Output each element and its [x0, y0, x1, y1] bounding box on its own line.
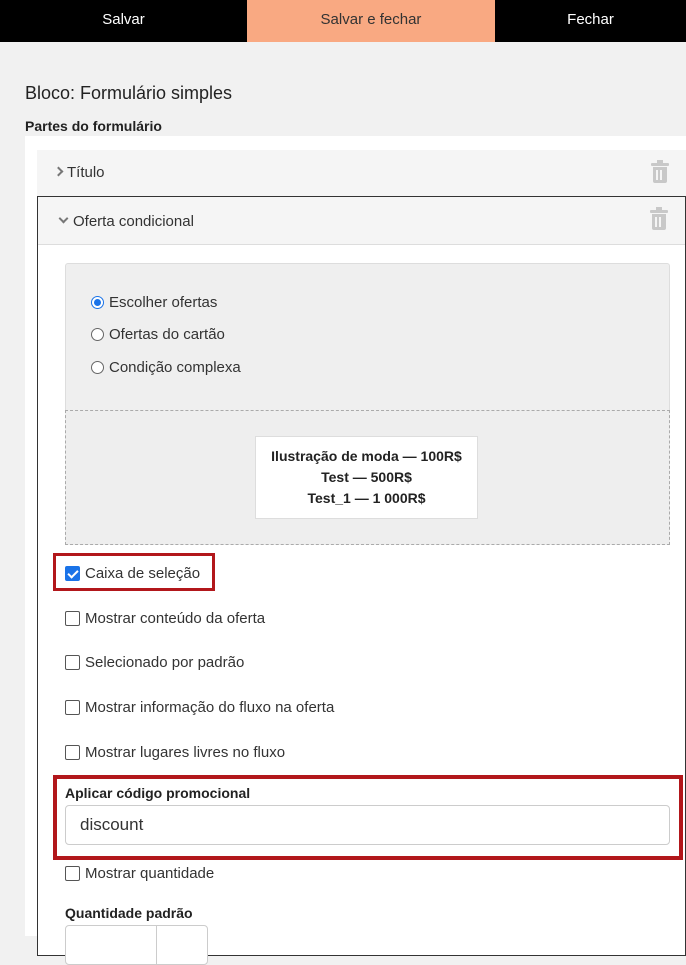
default-quantity-input[interactable]	[65, 925, 208, 965]
radio-button[interactable]	[91, 327, 104, 341]
checkbox-show-flow-info[interactable]: Mostrar informação do fluxo na oferta	[65, 697, 334, 717]
form-parts-panel: Título Oferta condicional Escolher ofert…	[25, 136, 686, 965]
radio-button[interactable]	[91, 360, 104, 374]
checkbox[interactable]	[65, 699, 80, 715]
checkbox[interactable]	[65, 565, 80, 581]
offer-item: Test — 500R$	[321, 469, 412, 485]
offer-item: Test_1 — 1 000R$	[307, 490, 426, 506]
checkbox-show-offer-content[interactable]: Mostrar conteúdo da oferta	[65, 608, 265, 628]
offers-list-card[interactable]: Ilustração de moda — 100R$ Test — 500R$ …	[255, 436, 478, 519]
checkbox-selected-by-default[interactable]: Selecionado por padrão	[65, 652, 244, 672]
offer-item: Ilustração de moda — 100R$	[271, 448, 462, 464]
offers-dropzone[interactable]: Ilustração de moda — 100R$ Test — 500R$ …	[65, 410, 670, 545]
trash-icon[interactable]	[650, 207, 668, 230]
default-quantity-label: Quantidade padrão	[65, 905, 193, 921]
divider	[156, 926, 157, 964]
radio-card-offers[interactable]: Ofertas do cartão	[91, 324, 225, 344]
trash-icon[interactable]	[651, 160, 669, 183]
save-and-close-button[interactable]: Salvar e fechar	[247, 0, 495, 42]
form-part-conditional-offer: Oferta condicional Escolher ofertas Ofer…	[37, 196, 686, 965]
promo-code-label: Aplicar código promocional	[65, 785, 251, 801]
form-parts-heading: Partes do formulário	[25, 118, 162, 134]
promo-code-input[interactable]	[65, 805, 670, 845]
part-header[interactable]: Oferta condicional	[38, 197, 685, 245]
checkbox[interactable]	[65, 654, 80, 670]
checkbox-selection-box[interactable]: Caixa de seleção	[65, 563, 200, 583]
part-name: Título	[67, 164, 105, 181]
checkbox-show-quantity[interactable]: Mostrar quantidade	[65, 863, 214, 883]
offer-source-panel: Escolher ofertas Ofertas do cartão Condi…	[65, 263, 670, 545]
checkbox[interactable]	[65, 610, 80, 626]
save-button[interactable]: Salvar	[0, 0, 247, 42]
toolbar: Salvar Salvar e fechar Fechar	[0, 0, 686, 42]
radio-button[interactable]	[91, 295, 104, 309]
checkbox[interactable]	[65, 744, 80, 760]
radio-complex-condition[interactable]: Condição complexa	[91, 357, 241, 377]
radio-choose-offers[interactable]: Escolher ofertas	[91, 292, 217, 312]
chevron-right-icon[interactable]	[53, 166, 64, 177]
checkbox-show-free-seats[interactable]: Mostrar lugares livres no fluxo	[65, 742, 285, 762]
close-button[interactable]: Fechar	[495, 0, 686, 42]
page-title: Bloco: Formulário simples	[25, 83, 233, 103]
part-name: Oferta condicional	[73, 213, 194, 230]
form-part-title[interactable]: Título	[37, 150, 686, 196]
checkbox[interactable]	[65, 865, 80, 881]
chevron-down-icon[interactable]	[58, 213, 69, 224]
